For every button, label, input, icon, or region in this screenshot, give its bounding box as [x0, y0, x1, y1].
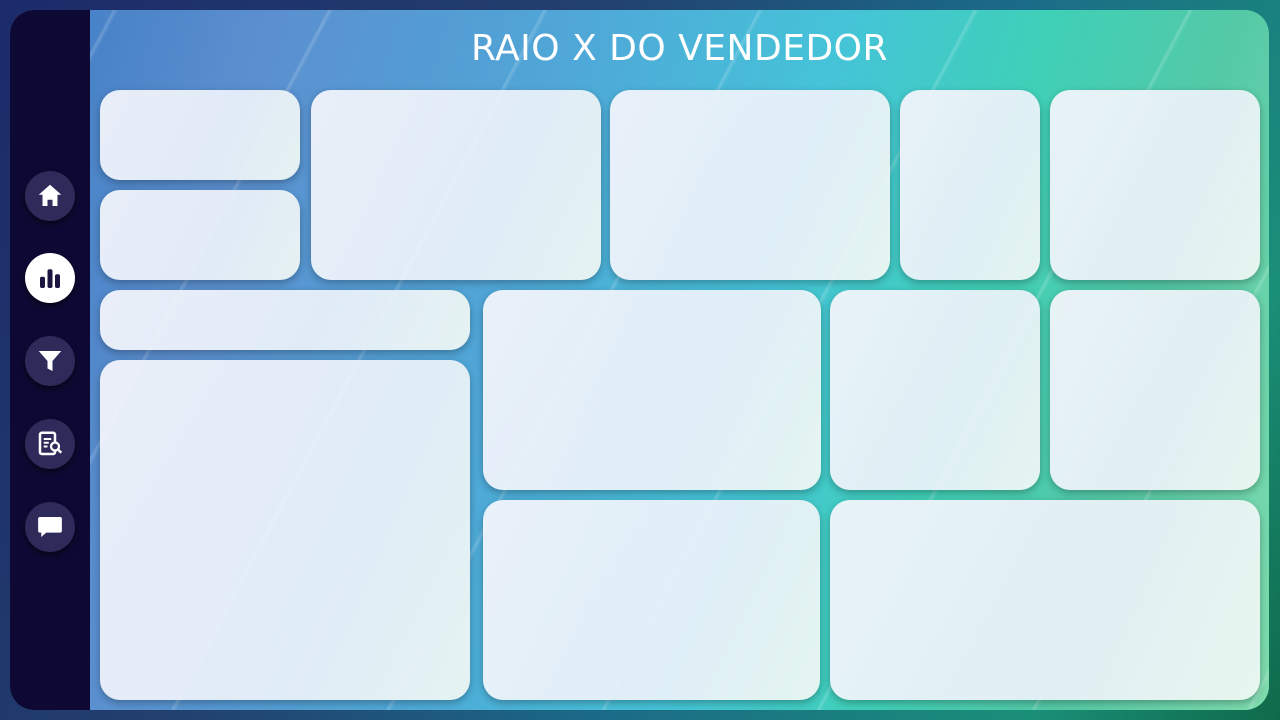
nav-charts-button[interactable]: [25, 253, 75, 303]
nav-chat-button[interactable]: [25, 502, 75, 552]
card-filter-bar: [100, 290, 470, 350]
sidebar: [10, 10, 90, 710]
card-visual-7: [830, 290, 1040, 490]
card-visual-2: [610, 90, 890, 280]
filter-icon: [38, 351, 62, 371]
report-search-icon: [38, 431, 63, 456]
card-visual-4: [1050, 90, 1260, 280]
card-kpi-2: [100, 190, 300, 280]
card-kpi-1: [100, 90, 300, 180]
card-visual-8: [1050, 290, 1260, 490]
card-visual-9: [483, 500, 820, 700]
bar-chart-icon: [40, 269, 60, 288]
nav-report-button[interactable]: [25, 419, 75, 469]
card-visual-1: [311, 90, 601, 280]
nav-filter-button[interactable]: [25, 336, 75, 386]
nav-home-button[interactable]: [25, 171, 75, 221]
card-visual-10: [830, 500, 1260, 700]
home-icon: [38, 184, 62, 206]
chat-icon: [38, 517, 62, 537]
dashboard-frame: RAIO X DO VENDEDOR: [10, 10, 1269, 710]
card-visual-5: [100, 360, 470, 700]
card-visual-6: [483, 290, 821, 490]
page-title: RAIO X DO VENDEDOR: [470, 28, 889, 69]
card-visual-3: [900, 90, 1040, 280]
